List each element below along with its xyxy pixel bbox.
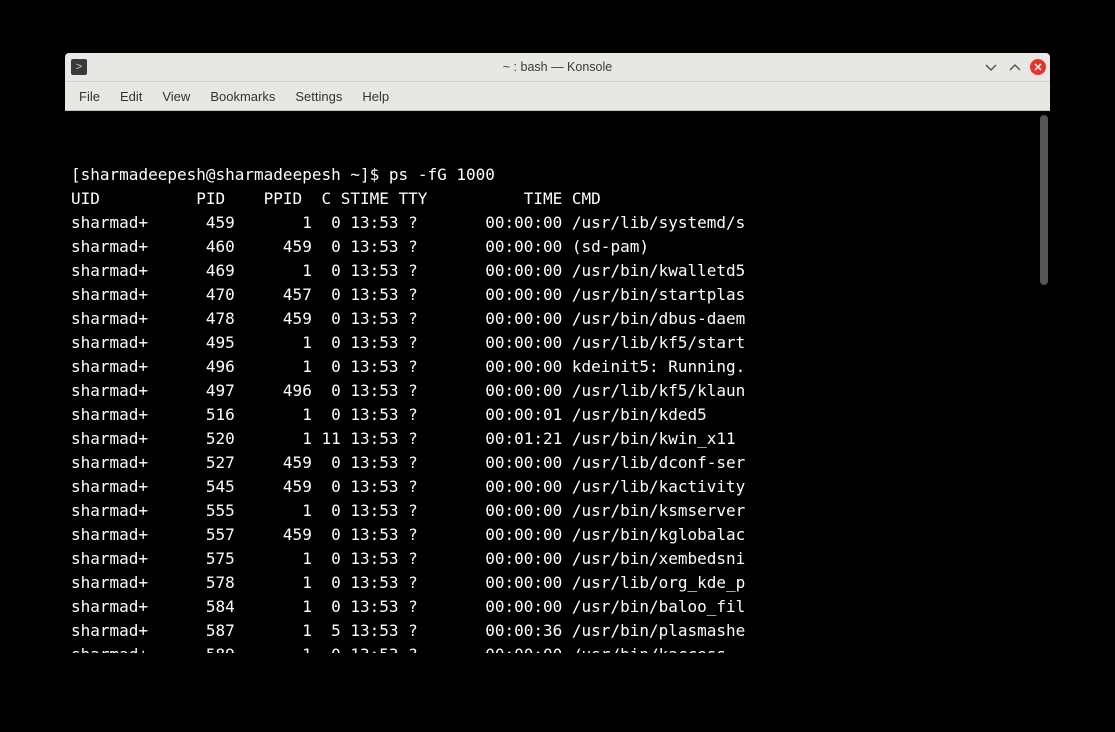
prompt-bracket: [ (71, 165, 81, 184)
terminal-area[interactable]: [sharmadeepesh@sharmadeepesh ~]$ ps -fG … (65, 111, 1050, 653)
menu-bookmarks[interactable]: Bookmarks (200, 85, 285, 108)
titlebar[interactable]: > ~ : bash — Konsole (65, 53, 1050, 82)
konsole-app-icon: > (71, 59, 87, 75)
ps-row: sharmad+ 496 1 0 13:53 ? 00:00:00 kdeini… (71, 355, 1044, 379)
prompt-path: ~ (350, 165, 360, 184)
close-icon (1033, 62, 1043, 72)
ps-row: sharmad+ 469 1 0 13:53 ? 00:00:00 /usr/b… (71, 259, 1044, 283)
ps-row: sharmad+ 460 459 0 13:53 ? 00:00:00 (sd-… (71, 235, 1044, 259)
ps-row: sharmad+ 545 459 0 13:53 ? 00:00:00 /usr… (71, 475, 1044, 499)
ps-row: sharmad+ 516 1 0 13:53 ? 00:00:01 /usr/b… (71, 403, 1044, 427)
entered-command: ps -fG 1000 (389, 165, 495, 184)
ps-row: sharmad+ 527 459 0 13:53 ? 00:00:00 /usr… (71, 451, 1044, 475)
prompt-userhost: sharmadeepesh@sharmadeepesh (81, 165, 341, 184)
ps-row: sharmad+ 587 1 5 13:53 ? 00:00:36 /usr/b… (71, 619, 1044, 643)
ps-row: sharmad+ 575 1 0 13:53 ? 00:00:00 /usr/b… (71, 547, 1044, 571)
ps-row: sharmad+ 520 1 11 13:53 ? 00:01:21 /usr/… (71, 427, 1044, 451)
ps-row: sharmad+ 555 1 0 13:53 ? 00:00:00 /usr/b… (71, 499, 1044, 523)
ps-row: sharmad+ 470 457 0 13:53 ? 00:00:00 /usr… (71, 283, 1044, 307)
ps-row: sharmad+ 459 1 0 13:53 ? 00:00:00 /usr/l… (71, 211, 1044, 235)
konsole-window: > ~ : bash — Konsole File Edit View Book… (65, 53, 1050, 653)
scrollbar-thumb[interactable] (1040, 115, 1048, 285)
menu-file[interactable]: File (69, 85, 110, 108)
ps-row: sharmad+ 497 496 0 13:53 ? 00:00:00 /usr… (71, 379, 1044, 403)
close-button[interactable] (1030, 59, 1046, 75)
scrollbar-track[interactable] (1038, 111, 1050, 653)
ps-row: sharmad+ 589 1 0 13:53 ? 00:00:00 /usr/b… (71, 643, 1044, 653)
menubar: File Edit View Bookmarks Settings Help (65, 82, 1050, 111)
menu-settings[interactable]: Settings (285, 85, 352, 108)
menu-edit[interactable]: Edit (110, 85, 152, 108)
prompt-line: [sharmadeepesh@sharmadeepesh ~]$ ps -fG … (71, 163, 1044, 187)
ps-row: sharmad+ 584 1 0 13:53 ? 00:00:00 /usr/b… (71, 595, 1044, 619)
chevron-down-icon (984, 60, 998, 74)
window-title: ~ : bash — Konsole (503, 60, 612, 74)
ps-header-line: UID PID PPID C STIME TTY TIME CMD (71, 187, 1044, 211)
menu-help[interactable]: Help (352, 85, 399, 108)
ps-row: sharmad+ 495 1 0 13:53 ? 00:00:00 /usr/l… (71, 331, 1044, 355)
ps-row: sharmad+ 578 1 0 13:53 ? 00:00:00 /usr/l… (71, 571, 1044, 595)
maximize-button[interactable] (1006, 58, 1024, 76)
chevron-up-icon (1008, 60, 1022, 74)
minimize-button[interactable] (982, 58, 1000, 76)
menu-view[interactable]: View (152, 85, 200, 108)
ps-row: sharmad+ 557 459 0 13:53 ? 00:00:00 /usr… (71, 523, 1044, 547)
ps-row: sharmad+ 478 459 0 13:53 ? 00:00:00 /usr… (71, 307, 1044, 331)
prompt-close: ]$ (360, 165, 379, 184)
